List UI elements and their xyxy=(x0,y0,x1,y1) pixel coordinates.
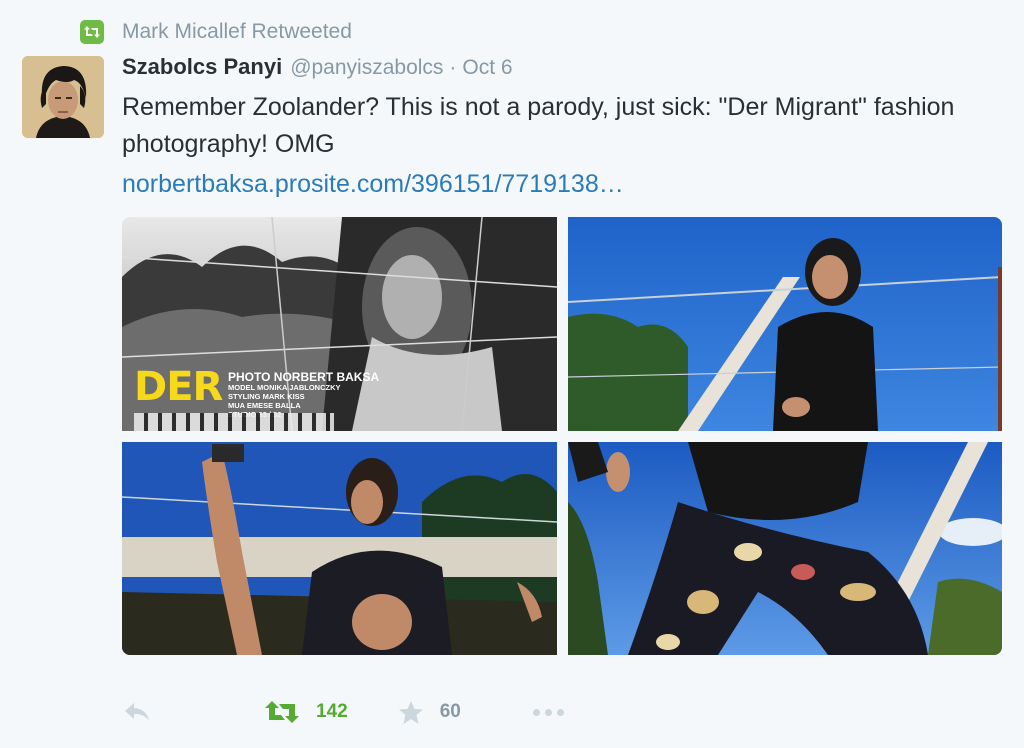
retweeted-by-text[interactable]: Mark Micallef Retweeted xyxy=(122,20,352,44)
credit-photo: PHOTO NORBERT BAKSA xyxy=(228,370,380,384)
photo-credits: PHOTO NORBERT BAKSA MODEL MONIKA JABLONC… xyxy=(228,371,379,419)
media-grid: DER PHOTO NORBERT BAKSA MODEL MONIKA JAB… xyxy=(122,217,1002,655)
photo-2[interactable] xyxy=(568,217,1002,431)
more-icon xyxy=(532,708,569,716)
retweet-icon xyxy=(265,701,299,723)
separator: · xyxy=(449,56,457,79)
retweet-context: Mark Micallef Retweeted xyxy=(80,18,352,46)
reply-button[interactable] xyxy=(122,700,156,724)
retweet-count: 142 xyxy=(316,701,348,722)
retweet-icon xyxy=(80,20,104,44)
star-icon xyxy=(398,700,423,724)
display-name[interactable]: Szabolcs Panyi xyxy=(122,54,282,80)
reply-icon xyxy=(125,703,149,720)
timestamp[interactable]: Oct 6 xyxy=(462,56,512,80)
photo-overlay-title: DER xyxy=(134,364,223,410)
credit-mua: MUA EMESE BALLA xyxy=(228,401,301,410)
retweet-button[interactable]: 142 xyxy=(264,700,348,724)
avatar[interactable] xyxy=(22,56,104,138)
photo-1[interactable]: DER PHOTO NORBERT BAKSA MODEL MONIKA JAB… xyxy=(122,217,557,431)
tweet-link[interactable]: norbertbaksa.prosite.com/396151/7719138… xyxy=(122,166,624,203)
photo-3[interactable] xyxy=(122,442,557,655)
photo-4[interactable] xyxy=(568,442,1002,655)
more-button[interactable] xyxy=(532,708,569,716)
tweet-header: Szabolcs Panyi @panyiszabolcs · Oct 6 xyxy=(122,54,513,84)
tweet[interactable]: Mark Micallef Retweeted Szabolcs Panyi @… xyxy=(0,0,1024,748)
credit-styling: STYLING MARK KISS xyxy=(228,392,305,401)
tweet-text: Remember Zoolander? This is not a parody… xyxy=(122,93,955,158)
photo-overlay-strip xyxy=(134,413,334,431)
screen-name[interactable]: @panyiszabolcs xyxy=(290,56,443,80)
favorite-button[interactable]: 60 xyxy=(398,700,461,725)
tweet-actions: 142 60 xyxy=(122,692,569,732)
favorite-count: 60 xyxy=(439,701,461,722)
credit-model: MODEL MONIKA JABLONCZKY xyxy=(228,383,341,392)
